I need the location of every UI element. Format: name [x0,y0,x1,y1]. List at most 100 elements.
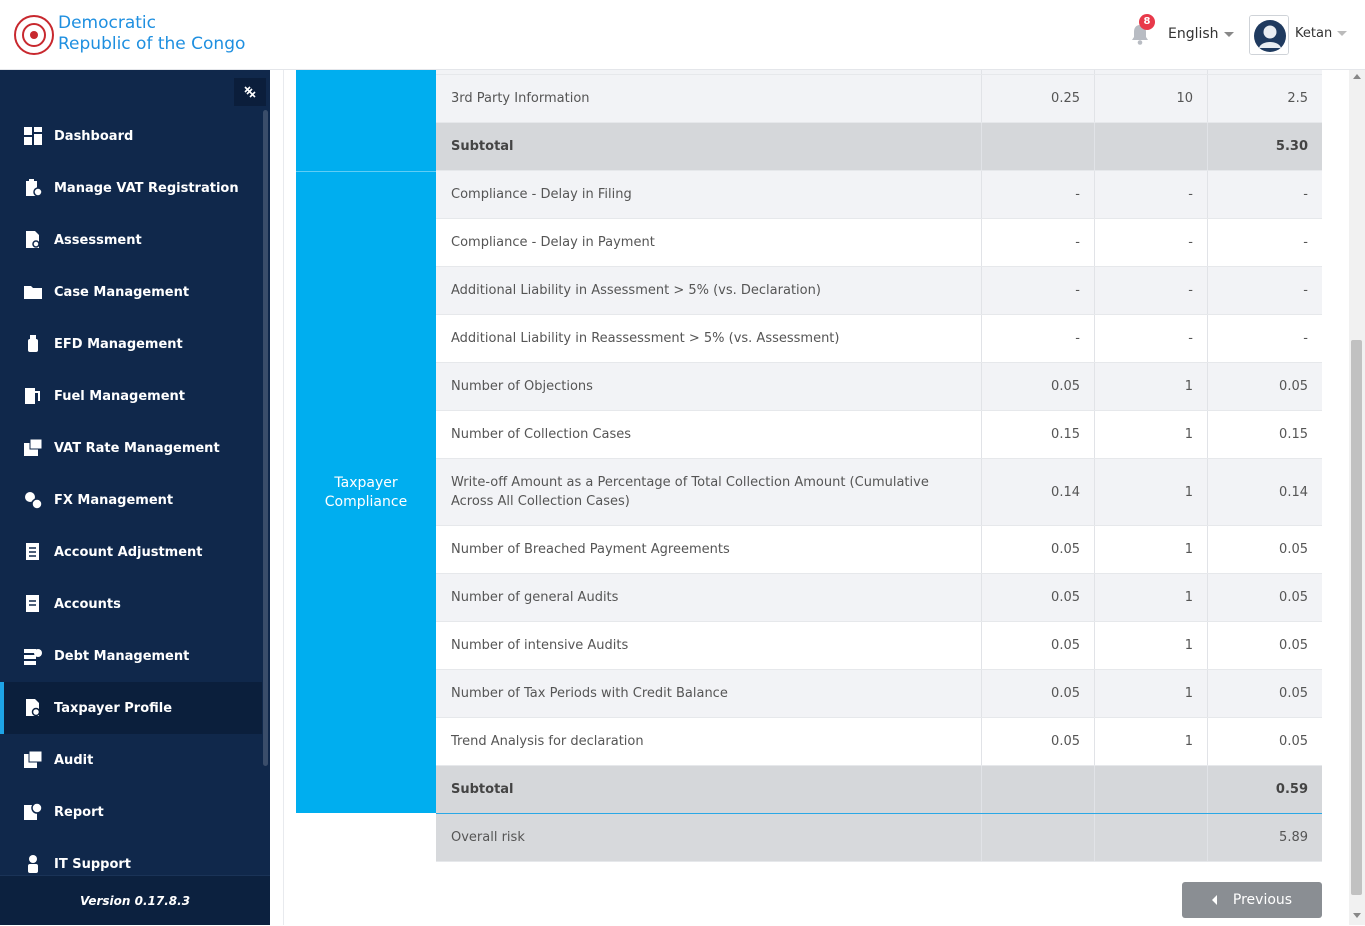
sidebar-item-label: Manage VAT Registration [54,180,239,196]
table-row: Number of intensive Audits 0.05 1 0.05 [436,622,1322,670]
brand-line-2: Republic of the Congo [58,34,246,54]
sidebar-item-manage-vat-registration[interactable]: Manage VAT Registration [0,162,262,214]
collapse-icon [244,86,256,98]
sidebar-item-debt-management[interactable]: Debt Management [0,630,262,682]
logo-seal-icon[interactable] [14,15,54,55]
content-divider [283,70,284,925]
table-row: Additional Liability in Assessment > 5% … [436,267,1322,315]
row-name: Additional Liability in Assessment > 5% … [436,267,982,314]
subtotal-label: Subtotal [436,123,982,170]
collapse-sidebar-button[interactable] [234,78,266,106]
sidebar-item-label: Audit [54,752,94,768]
row-name: Additional Liability in Reassessment > 5… [436,315,982,362]
folder-icon [24,286,42,299]
device-icon [28,335,38,352]
overall-label: Overall risk [436,814,982,861]
row-weight: - [982,315,1095,362]
row-name: Compliance - Delay in Payment [436,219,982,266]
sidebar-item-dashboard[interactable]: Dashboard [0,110,262,162]
subtotal-label: Subtotal [436,766,982,813]
scroll-up-icon[interactable] [1353,74,1361,79]
row-weight: 0.14 [982,459,1095,525]
sidebar-item-fuel-management[interactable]: Fuel Management [0,370,262,422]
row-name: 3rd Party Information [436,75,982,122]
table-row: Number of Breached Payment Agreements 0.… [436,526,1322,574]
row-weight: 0.05 [982,574,1095,621]
row-result: 0.05 [1279,734,1308,749]
table-cell [1095,814,1208,861]
previous-label: Previous [1232,892,1293,908]
row-score: - [1095,219,1208,266]
table-row: 3rd Party Information 0.25 10 2.5 [436,75,1322,123]
sidebar-item-label: Account Adjustment [54,544,203,560]
user-menu[interactable]: Ketan [1295,26,1348,41]
avatar[interactable] [1249,15,1289,55]
sidebar-item-label: IT Support [54,856,132,872]
row-score: - [1095,267,1208,314]
chevron-left-icon [1211,895,1217,905]
sidebar-item-label: VAT Rate Management [54,440,220,456]
logo-seal-inner [22,23,46,47]
row-result: 0.14 [1279,484,1308,500]
row-weight: - [982,267,1095,314]
debt-icon [24,649,42,665]
sidebar: Dashboard Manage VAT Registration Assess… [0,70,270,925]
row-result: 0.15 [1279,427,1308,442]
row-result: 0.05 [1279,542,1308,557]
sidebar-item-label: FX Management [54,492,174,508]
chevron-down-icon [1223,31,1234,37]
scroll-down-icon[interactable] [1353,913,1361,918]
table-row: Additional Liability in Reassessment > 5… [436,315,1322,363]
sidebar-item-accounts[interactable]: Accounts [0,578,262,630]
previous-button[interactable]: Previous [1182,882,1322,918]
table-row: Number of Collection Cases 0.15 1 0.15 [436,411,1322,459]
table-row: Number of general Audits 0.05 1 0.05 [436,574,1322,622]
registration-icon [26,179,42,197]
sidebar-scrollbar[interactable] [263,110,268,766]
subtotal-value: 0.59 [1275,782,1308,797]
sidebar-item-account-adjustment[interactable]: Account Adjustment [0,526,262,578]
row-weight: 0.15 [982,411,1095,458]
sidebar-item-label: Dashboard [54,128,134,144]
accounts-icon [26,595,39,612]
overall-value: 5.89 [1279,830,1308,845]
scrollbar-thumb[interactable] [1351,340,1362,895]
table-row: Compliance - Delay in Filing - - - [436,171,1322,219]
support-icon [28,855,38,873]
row-result: 0.05 [1279,590,1308,605]
row-name: Write-off Amount as a Percentage of Tota… [436,459,982,525]
sidebar-item-audit[interactable]: Audit [0,734,262,786]
table-cell [982,766,1095,813]
table-cell [982,814,1095,861]
audit-icon [24,751,42,768]
row-name: Number of intensive Audits [436,622,982,669]
row-score: 1 [1095,574,1208,621]
overall-risk-row: Overall risk 5.89 [436,814,1322,862]
language-selector[interactable]: English [1168,26,1234,42]
row-weight: 0.05 [982,622,1095,669]
sidebar-item-efd-management[interactable]: EFD Management [0,318,262,370]
sidebar-item-vat-rate-management[interactable]: VAT Rate Management [0,422,262,474]
row-result: - [1303,283,1308,298]
profile-icon [26,699,41,717]
row-result: - [1303,235,1308,250]
brand-line-1: Democratic [58,13,156,33]
page-scrollbar[interactable] [1349,70,1365,925]
report-icon [24,803,42,820]
sidebar-item-assessment[interactable]: Assessment [0,214,262,266]
subtotal-row: Subtotal 5.30 [436,123,1322,171]
row-score: 1 [1095,718,1208,765]
sidebar-item-fx-management[interactable]: FX Management [0,474,262,526]
table-cell [982,123,1095,170]
row-name: Number of general Audits [436,574,982,621]
sidebar-item-label: Accounts [54,596,121,612]
assessment-icon [26,231,40,248]
table-cell [436,70,982,74]
dashboard-icon [24,127,42,145]
sidebar-item-taxpayer-profile[interactable]: Taxpayer Profile [0,682,262,734]
row-name: Number of Tax Periods with Credit Balanc… [436,670,982,717]
sidebar-item-case-management[interactable]: Case Management [0,266,262,318]
brand-name[interactable]: Democratic Republic of the Congo [58,13,245,55]
sidebar-item-report[interactable]: Report [0,786,262,838]
category-label: Taxpayer Compliance [324,474,408,510]
